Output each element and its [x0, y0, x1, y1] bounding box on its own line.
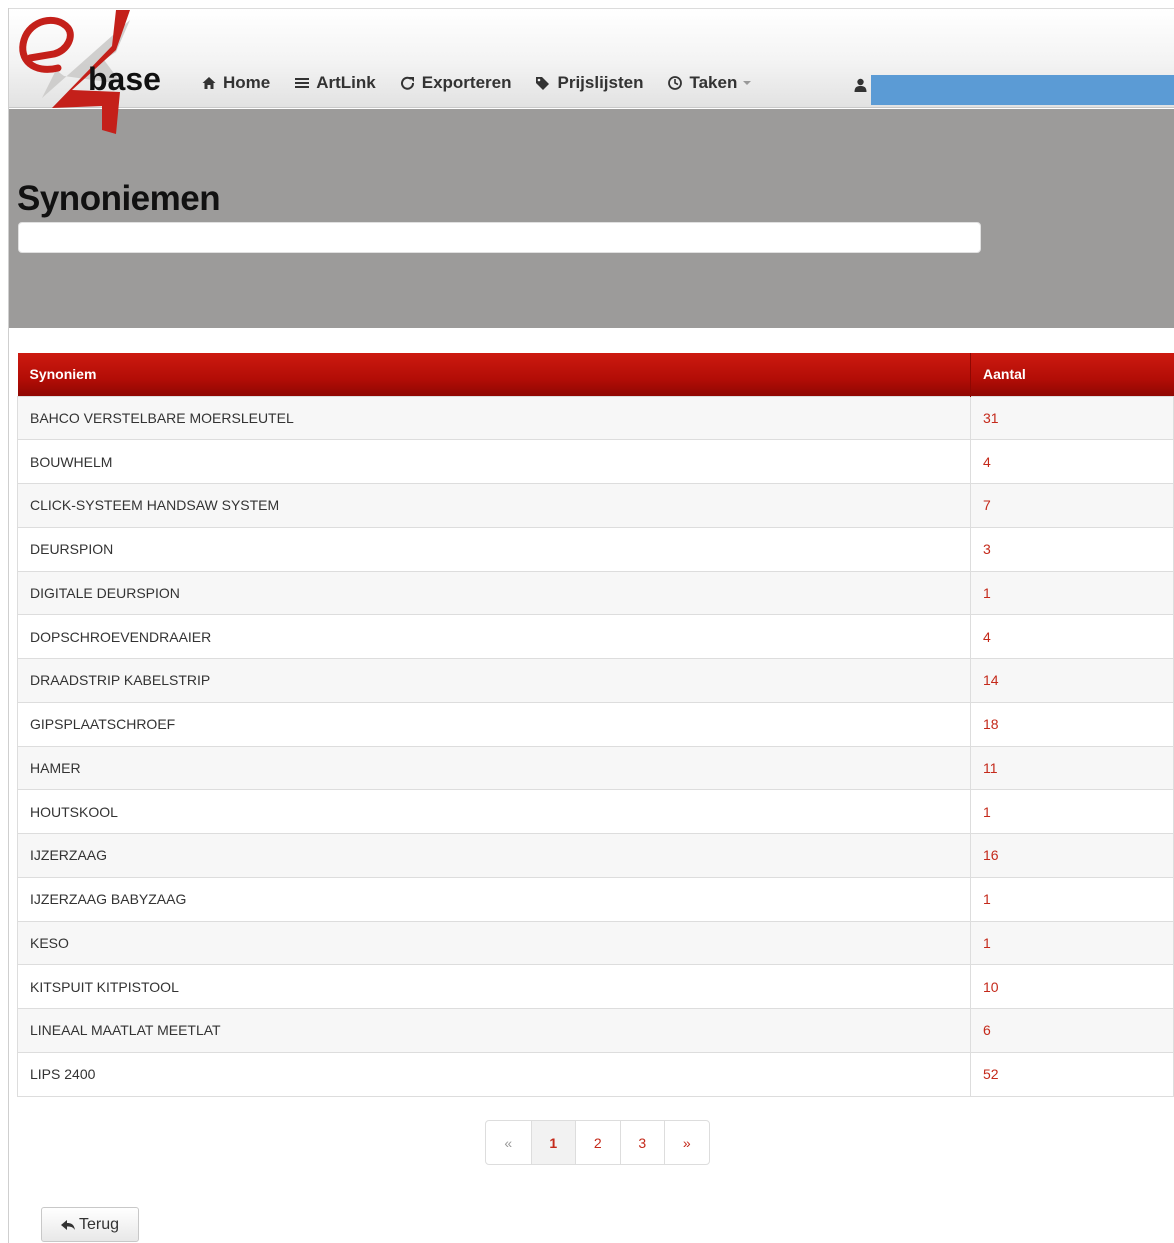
- home-icon: [201, 75, 217, 91]
- export-icon: [400, 75, 416, 91]
- count-link[interactable]: 11: [970, 745, 1174, 790]
- nav-exporteren-label: Exporteren: [421, 73, 512, 92]
- table-header-row: Synoniem Aantal: [17, 353, 1174, 396]
- pagination: « 1 2 3 »: [485, 1120, 710, 1165]
- pagination-page-1[interactable]: 1: [530, 1121, 575, 1164]
- table-row: BOUWHELM 4: [17, 439, 1174, 484]
- count-link[interactable]: 1: [970, 789, 1174, 834]
- count-link[interactable]: 18: [970, 701, 1174, 746]
- table-row: CLICK-SYSTEEM HANDSAW SYSTEM 7: [17, 483, 1174, 528]
- count-link[interactable]: 7: [970, 483, 1174, 528]
- list-icon: [294, 75, 310, 91]
- count-link[interactable]: 14: [970, 658, 1174, 703]
- count-link[interactable]: 4: [970, 614, 1174, 659]
- count-link[interactable]: 1: [970, 920, 1174, 965]
- count-link[interactable]: 31: [970, 395, 1174, 440]
- synonym-cell: GIPSPLAATSCHROEF: [17, 701, 971, 746]
- table-row: KITSPUIT KITPISTOOL 10: [17, 964, 1174, 1009]
- count-link[interactable]: 1: [970, 876, 1174, 921]
- main-nav: Home ArtLink Exporteren Prijslijsten Tak…: [201, 71, 775, 95]
- pagination-next[interactable]: »: [664, 1121, 709, 1164]
- table-row: HOUTSKOOL 1: [17, 789, 1174, 834]
- table-row: LIPS 2400 52: [17, 1051, 1174, 1097]
- nav-prijslijsten-label: Prijslijsten: [557, 73, 644, 92]
- nav-exporteren[interactable]: Exporteren: [400, 73, 512, 93]
- synonym-cell: DRAADSTRIP KABELSTRIP: [17, 658, 971, 703]
- nav-home-label: Home: [223, 73, 271, 92]
- pagination-page-2[interactable]: 2: [575, 1121, 620, 1164]
- filter-field[interactable]: [18, 222, 981, 253]
- table-row: IJZERZAAG 16: [17, 833, 1174, 878]
- pagination-page-3[interactable]: 3: [619, 1121, 665, 1164]
- table-row: DIGITALE DEURSPION 1: [17, 570, 1174, 615]
- nav-taken-dropdown[interactable]: Taken: [667, 73, 752, 93]
- back-arrow-icon: [60, 1219, 75, 1231]
- count-link[interactable]: 1: [970, 570, 1174, 615]
- column-header-count[interactable]: Aantal: [970, 353, 1174, 396]
- synonym-cell: LIPS 2400: [17, 1051, 971, 1097]
- nav-prijslijsten[interactable]: Prijslijsten: [535, 73, 643, 93]
- logo-wordmark: base: [88, 61, 161, 97]
- nav-artlink-label: ArtLink: [316, 73, 376, 92]
- synonym-cell: IJZERZAAG: [17, 833, 971, 878]
- table-row: HAMER 11: [17, 745, 1174, 790]
- count-link[interactable]: 16: [970, 833, 1174, 878]
- column-header-synonym[interactable]: Synoniem: [17, 353, 971, 396]
- clock-icon: [667, 75, 683, 91]
- synonym-cell: LINEAAL MAATLAT MEETLAT: [17, 1008, 971, 1053]
- nav-home[interactable]: Home: [201, 73, 270, 93]
- nav-artlink[interactable]: ArtLink: [294, 73, 376, 93]
- synonym-cell: HOUTSKOOL: [17, 789, 971, 834]
- page-header: Synoniemen: [9, 109, 1174, 328]
- nav-taken-label: Taken: [689, 73, 738, 92]
- back-button[interactable]: Terug: [41, 1207, 139, 1242]
- synonym-cell: HAMER: [17, 745, 971, 790]
- synonym-cell: DOPSCHROEVENDRAAIER: [17, 614, 971, 659]
- tags-icon: [535, 75, 551, 91]
- table-row: BAHCO VERSTELBARE MOERSLEUTEL 31: [17, 395, 1174, 440]
- pagination-prev[interactable]: «: [486, 1121, 531, 1164]
- table-row: IJZERZAAG BABYZAAG 1: [17, 876, 1174, 921]
- synonym-cell: KESO: [17, 920, 971, 965]
- table-row: LINEAAL MAATLAT MEETLAT 6: [17, 1008, 1174, 1053]
- count-link[interactable]: 4: [970, 439, 1174, 484]
- synonym-cell: IJZERZAAG BABYZAAG: [17, 876, 971, 921]
- page-title: Synoniemen: [17, 179, 221, 218]
- chevron-down-icon: [743, 81, 752, 85]
- top-navbar: Home ArtLink Exporteren Prijslijsten Tak…: [9, 9, 1174, 108]
- table-row: KESO 1: [17, 920, 1174, 965]
- synonym-cell: DIGITALE DEURSPION: [17, 570, 971, 615]
- synonym-cell: CLICK-SYSTEEM HANDSAW SYSTEM: [17, 483, 971, 528]
- synonyms-table: Synoniem Aantal BAHCO VERSTELBARE MOERSL…: [17, 353, 1174, 1097]
- count-link[interactable]: 52: [970, 1051, 1174, 1097]
- table-row: GIPSPLAATSCHROEF 18: [17, 701, 1174, 746]
- table-row: DOPSCHROEVENDRAAIER 4: [17, 614, 1174, 659]
- back-button-label: Terug: [78, 1215, 120, 1233]
- synonym-cell: DEURSPION: [17, 526, 971, 571]
- user-icon: [854, 78, 867, 92]
- synonym-cell: BOUWHELM: [17, 439, 971, 484]
- synonym-cell: BAHCO VERSTELBARE MOERSLEUTEL: [17, 395, 971, 440]
- table-row: DEURSPION 3: [17, 526, 1174, 571]
- synonym-cell: KITSPUIT KITPISTOOL: [17, 964, 971, 1009]
- count-link[interactable]: 3: [970, 526, 1174, 571]
- table-row: DRAADSTRIP KABELSTRIP 14: [17, 658, 1174, 703]
- count-link[interactable]: 10: [970, 964, 1174, 1009]
- table-body: BAHCO VERSTELBARE MOERSLEUTEL 31 BOUWHELM 4…: [17, 395, 1174, 1097]
- ezbase-logo[interactable]: base: [12, 10, 172, 136]
- count-link[interactable]: 6: [970, 1008, 1174, 1053]
- user-menu[interactable]: [871, 75, 1174, 105]
